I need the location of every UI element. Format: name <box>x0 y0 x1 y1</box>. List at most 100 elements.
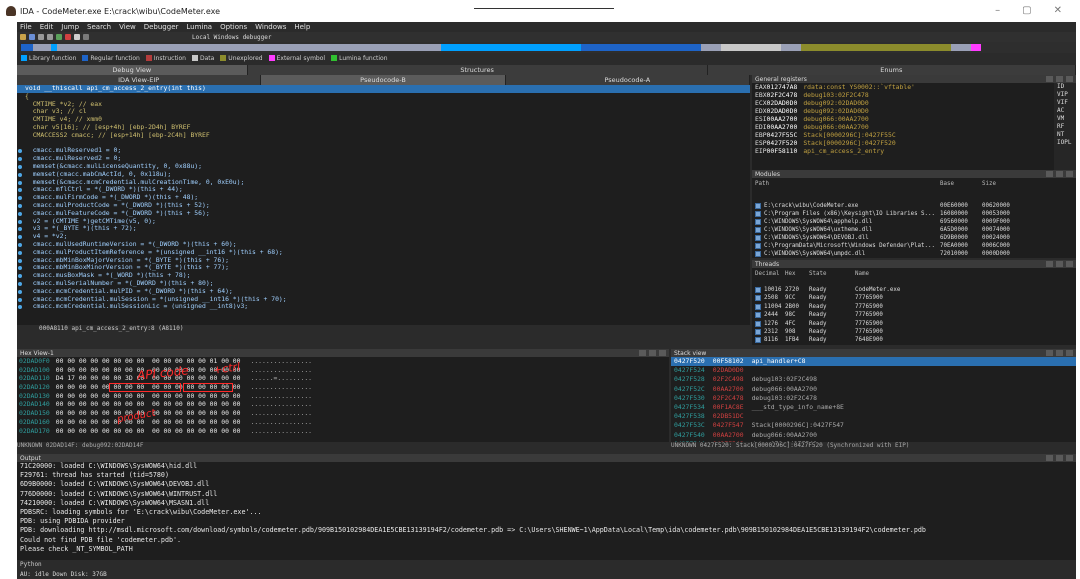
code-line[interactable]: cmacc.mulReserved1 = 0; <box>17 146 750 155</box>
breakpoint-dot[interactable] <box>18 274 22 279</box>
register-row[interactable]: ESP0427F520 Stack[0000296C]:0427F520 <box>752 139 1076 147</box>
code-line[interactable]: CMTIME *v2; // eax <box>17 100 750 109</box>
code-line[interactable]: char v3; // cl <box>17 107 750 116</box>
col-size[interactable]: Size <box>982 178 1022 190</box>
module-row[interactable]: C:\WINDOWS\SysWOW64\apphelp.dll 69560000 0… <box>752 218 1076 226</box>
module-row[interactable]: C:\WINDOWS\SysWOW64\DEVOBJ.dll 6D9B0000 00… <box>752 234 1076 242</box>
register-row[interactable]: ESI00AA2700 debug066:00AA2700 <box>752 115 1076 123</box>
stack-row[interactable]: 0427F528 02F2C498 debug103:02F2C498 <box>671 375 1076 384</box>
registers-panel[interactable]: General registers EAX012747A8 rdata:const… <box>752 75 1076 170</box>
module-row[interactable]: C:\ProgramData\Microsoft\Windows Defende… <box>752 242 1076 250</box>
pseudocode-panel[interactable]: void __thiscall api_cm_access_2_entry(in… <box>17 85 750 325</box>
tab-debug-view[interactable]: Debug View <box>17 65 248 75</box>
breakpoint-dot[interactable] <box>18 297 22 302</box>
hex-row[interactable]: 02DAD130 00 00 00 00 00 00 00 00 00 00 00… <box>19 392 669 401</box>
hex-row[interactable]: 02DAD110 D4 17 00 00 00 00 3D C0 00 00 00… <box>19 374 669 383</box>
python-cli-label[interactable]: Python <box>17 560 1076 569</box>
breakpoint-dot[interactable] <box>18 188 22 193</box>
breakpoint-dot[interactable] <box>18 305 22 310</box>
run-icon[interactable] <box>56 34 62 40</box>
menu-help[interactable]: Help <box>294 23 310 31</box>
menu-jump[interactable]: Jump <box>61 23 79 31</box>
stack-row[interactable]: 0427F53C 0427F547 Stack[0000296C]:0427F547 <box>671 421 1076 430</box>
navigation-bar[interactable] <box>21 44 981 51</box>
menu-edit[interactable]: Edit <box>40 23 54 31</box>
code-line[interactable]: CMACCESS2 cmacc; // [esp+14h] [ebp-2C4h]… <box>17 131 750 140</box>
breakpoint-dot[interactable] <box>18 289 22 294</box>
register-row[interactable]: EBP0427F55C Stack[0000296C]:0427F55C <box>752 131 1076 139</box>
thread-row[interactable]: 2444 98C Ready 77765900 <box>752 311 1076 319</box>
modules-panel[interactable]: Modules Path Base Size E:\crack\wibu\Cod… <box>752 170 1076 258</box>
forward-icon[interactable] <box>47 34 53 40</box>
thread-row[interactable]: 2312 908 Ready 77765900 <box>752 328 1076 336</box>
col-base[interactable]: Base <box>940 178 982 190</box>
breakpoint-dot[interactable] <box>18 164 22 169</box>
stack-view-panel[interactable]: Stack view 0427F520 00F58102 api_handler+C… <box>671 349 1076 442</box>
breakpoint-dot[interactable] <box>18 172 22 177</box>
thread-row[interactable]: 1276 4FC Ready 77765900 <box>752 320 1076 328</box>
save-icon[interactable] <box>29 34 35 40</box>
hex-row[interactable]: 02DAD170 00 00 00 00 00 00 00 00 00 00 00… <box>19 427 669 436</box>
stack-row[interactable]: 0427F52C 00AA2700 debug066:00AA2700 <box>671 385 1076 394</box>
hex-view-panel[interactable]: Hex View-1 02DAD0F0 00 00 00 00 00 00 00 … <box>17 349 669 442</box>
output-panel[interactable]: Output 71C20000: loaded C:\WINDOWS\SysWO… <box>17 454 1076 560</box>
register-row[interactable]: EDX02DAD0D0 debug092:02DAD0D0 <box>752 107 1076 115</box>
col-path[interactable]: Path <box>752 178 940 190</box>
code-line[interactable]: void __thiscall api_cm_access_2_entry(in… <box>17 85 750 93</box>
module-row[interactable]: C:\Program Files (x86)\Keysight\IO Libra… <box>752 210 1076 218</box>
menu-file[interactable]: File <box>20 23 32 31</box>
stack-row[interactable]: 0427F524 02DAD0D0 <box>671 366 1076 375</box>
menu-debugger[interactable]: Debugger <box>144 23 179 31</box>
breakpoint-dot[interactable] <box>18 219 22 224</box>
step-icon[interactable] <box>83 34 89 40</box>
breakpoint-dot[interactable] <box>18 258 22 263</box>
stop-icon[interactable] <box>65 34 71 40</box>
thread-row[interactable]: 11004 2B00 Ready 77765900 <box>752 303 1076 311</box>
register-row[interactable]: EIP00F58110 api_cm_access_2_entry <box>752 147 1076 155</box>
code-line[interactable]: cmacc.mcmCredential.mulSessionLic = (uns… <box>17 302 750 311</box>
register-row[interactable]: ECX02DAD0D0 debug092:02DAD0D0 <box>752 99 1076 107</box>
breakpoint-dot[interactable] <box>18 211 22 216</box>
thread-row[interactable]: 8116 1FB4 Ready 7648E900 <box>752 336 1076 344</box>
hex-row[interactable]: 02DAD100 00 00 00 00 00 00 00 00 00 00 00… <box>19 366 669 375</box>
open-icon[interactable] <box>20 34 26 40</box>
breakpoint-dot[interactable] <box>18 266 22 271</box>
tab-enums[interactable]: Enums <box>708 65 1076 75</box>
col-hex[interactable]: Hex <box>785 268 809 280</box>
stack-row[interactable]: 0427F540 00AA2700 debug066:00AA2700 <box>671 431 1076 440</box>
stack-row[interactable]: 0427F538 02DB51DC <box>671 412 1076 421</box>
breakpoint-dot[interactable] <box>18 227 22 232</box>
menu-options[interactable]: Options <box>220 23 247 31</box>
threads-panel[interactable]: Threads Decimal Hex State Name 10016 2720… <box>752 260 1076 345</box>
hex-row[interactable]: 02DAD140 00 00 00 00 00 00 00 00 00 00 00… <box>19 400 669 409</box>
stack-row[interactable]: 0427F534 00F1AC8E ___std_type_info_name+8E <box>671 403 1076 412</box>
breakpoint-dot[interactable] <box>18 203 22 208</box>
minimize-button[interactable]: – <box>995 5 1000 16</box>
module-row[interactable]: C:\WINDOWS\SysWOW64\umpdc.dll 72010000 000… <box>752 250 1076 258</box>
breakpoint-dot[interactable] <box>18 281 22 286</box>
breakpoint-dot[interactable] <box>18 157 22 162</box>
code-line[interactable] <box>17 140 750 148</box>
code-line[interactable]: v3 = *(_BYTE *)(this + 72); <box>17 224 750 233</box>
breakpoint-dot[interactable] <box>18 235 22 240</box>
stack-row[interactable]: 0427F520 00F58102 api_handler+C8 <box>671 357 1076 367</box>
tab-structures[interactable]: Structures <box>248 65 708 75</box>
breakpoint-dot[interactable] <box>18 242 22 247</box>
col-name[interactable]: Name <box>855 268 955 280</box>
menu-windows[interactable]: Windows <box>255 23 286 31</box>
register-row[interactable]: EDI00AA2700 debug066:00AA2700 <box>752 123 1076 131</box>
thread-row[interactable]: 2508 9CC Ready 77765900 <box>752 294 1076 302</box>
debugger-select[interactable]: Local Windows debugger <box>192 34 271 41</box>
back-icon[interactable] <box>38 34 44 40</box>
menu-lumina[interactable]: Lumina <box>186 23 212 31</box>
breakpoint-dot[interactable] <box>18 196 22 201</box>
breakpoint-dot[interactable] <box>18 250 22 255</box>
tab-ida-view-eip[interactable]: IDA View-EIP <box>17 75 262 85</box>
tab-pseudocode-a[interactable]: Pseudocode-A <box>506 75 750 85</box>
menu-search[interactable]: Search <box>87 23 111 31</box>
pause-icon[interactable] <box>74 34 80 40</box>
tab-pseudocode-b[interactable]: Pseudocode-B <box>261 75 506 85</box>
col-state[interactable]: State <box>809 268 855 280</box>
col-decimal[interactable]: Decimal <box>752 268 785 280</box>
maximize-button[interactable]: ▢ <box>1022 5 1031 16</box>
